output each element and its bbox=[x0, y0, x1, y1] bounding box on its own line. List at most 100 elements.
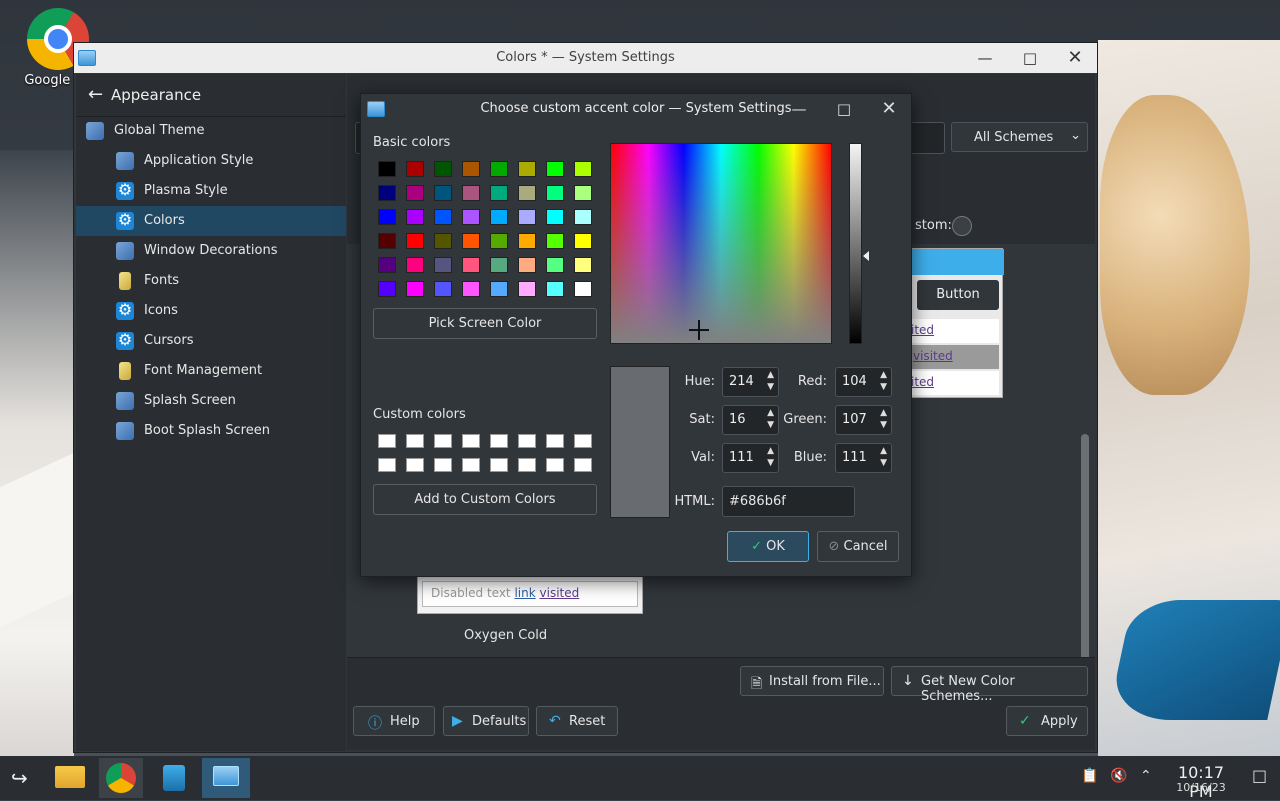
cancel-button[interactable]: ⊘ Cancel bbox=[817, 531, 899, 562]
chevron-down-icon[interactable]: ▼ bbox=[880, 420, 887, 430]
install-from-file-button[interactable]: 🗎 Install from File... bbox=[740, 666, 884, 696]
basic-color-swatch[interactable] bbox=[518, 161, 536, 177]
custom-color-swatch[interactable] bbox=[490, 458, 508, 472]
basic-color-swatch[interactable] bbox=[546, 281, 564, 297]
basic-color-swatch[interactable] bbox=[490, 161, 508, 177]
basic-color-swatch[interactable] bbox=[546, 233, 564, 249]
custom-color-swatch[interactable] bbox=[378, 458, 396, 472]
basic-color-swatch[interactable] bbox=[490, 233, 508, 249]
chevron-up-icon[interactable]: ▲ bbox=[880, 408, 887, 418]
maximize-icon[interactable]: □ bbox=[1020, 48, 1040, 68]
help-button[interactable]: ⓘ Help bbox=[353, 706, 435, 736]
volume-muted-icon[interactable]: 🔇 bbox=[1110, 768, 1127, 784]
basic-color-swatch[interactable] bbox=[378, 257, 396, 273]
sidebar-item-application-style[interactable]: Application Style bbox=[76, 146, 346, 176]
custom-color-swatch[interactable] bbox=[574, 458, 592, 472]
basic-color-swatch[interactable] bbox=[462, 233, 480, 249]
taskbar-chrome[interactable] bbox=[99, 758, 143, 798]
sidebar-item-cursors[interactable]: Cursors bbox=[76, 326, 346, 356]
custom-color-swatch[interactable] bbox=[462, 434, 480, 448]
basic-color-swatch[interactable] bbox=[434, 209, 452, 225]
close-icon[interactable]: ✕ bbox=[1065, 48, 1085, 68]
custom-color-swatch[interactable] bbox=[462, 458, 480, 472]
custom-color-swatch[interactable] bbox=[406, 458, 424, 472]
chevron-up-icon[interactable]: ⌃ bbox=[1140, 768, 1152, 784]
sidebar-item-window-decorations[interactable]: Window Decorations bbox=[76, 236, 346, 266]
basic-color-swatch[interactable] bbox=[462, 257, 480, 273]
basic-color-swatch[interactable] bbox=[462, 209, 480, 225]
basic-color-swatch[interactable] bbox=[518, 233, 536, 249]
get-new-schemes-button[interactable]: ↓ Get New Color Schemes... bbox=[891, 666, 1088, 704]
basic-color-swatch[interactable] bbox=[378, 233, 396, 249]
basic-color-swatch[interactable] bbox=[518, 209, 536, 225]
basic-color-swatch[interactable] bbox=[490, 185, 508, 201]
html-color-input[interactable]: #686b6f bbox=[722, 486, 855, 517]
sidebar-item-plasma-style[interactable]: Plasma Style bbox=[76, 176, 346, 206]
add-custom-color-button[interactable]: Add to Custom Colors bbox=[373, 484, 597, 515]
custom-color-swatch[interactable] bbox=[490, 434, 508, 448]
basic-color-swatch[interactable] bbox=[518, 257, 536, 273]
maximize-icon[interactable]: □ bbox=[834, 99, 854, 119]
custom-color-swatch[interactable] bbox=[378, 434, 396, 448]
basic-color-swatch[interactable] bbox=[462, 281, 480, 297]
chevron-down-icon[interactable]: ▼ bbox=[880, 458, 887, 468]
green-spinbox[interactable]: 107 ▲ ▼ bbox=[835, 405, 892, 435]
chevron-up-icon[interactable]: ▲ bbox=[880, 446, 887, 456]
scheme-preview-card[interactable]: Disabled text link visited bbox=[417, 574, 643, 614]
basic-color-swatch[interactable] bbox=[406, 233, 424, 249]
chevron-up-icon[interactable]: ▲ bbox=[880, 370, 887, 380]
basic-color-swatch[interactable] bbox=[546, 161, 564, 177]
basic-color-swatch[interactable] bbox=[490, 257, 508, 273]
custom-color-swatch[interactable] bbox=[546, 434, 564, 448]
taskbar-system-settings[interactable] bbox=[202, 758, 250, 798]
chevron-down-icon[interactable]: ▼ bbox=[880, 382, 887, 392]
custom-color-swatch[interactable] bbox=[406, 434, 424, 448]
basic-color-swatch[interactable] bbox=[574, 257, 592, 273]
sidebar-item-global-theme[interactable]: Global Theme bbox=[76, 116, 346, 146]
basic-color-swatch[interactable] bbox=[490, 209, 508, 225]
basic-color-swatch[interactable] bbox=[518, 185, 536, 201]
basic-color-swatch[interactable] bbox=[462, 185, 480, 201]
basic-color-swatch[interactable] bbox=[434, 257, 452, 273]
sidebar-item-splash-screen[interactable]: Splash Screen bbox=[76, 386, 346, 416]
minimize-icon[interactable]: — bbox=[789, 99, 809, 119]
custom-color-swatch[interactable] bbox=[546, 458, 564, 472]
basic-color-swatch[interactable] bbox=[434, 233, 452, 249]
minimize-icon[interactable]: — bbox=[975, 48, 995, 68]
basic-color-swatch[interactable] bbox=[518, 281, 536, 297]
window-titlebar[interactable]: Colors * — System Settings — □ ✕ bbox=[74, 43, 1097, 73]
basic-color-swatch[interactable] bbox=[406, 209, 424, 225]
show-desktop-icon[interactable]: □ bbox=[1252, 766, 1267, 785]
value-slider[interactable] bbox=[849, 143, 862, 344]
pick-screen-color-button[interactable]: Pick Screen Color bbox=[373, 308, 597, 339]
basic-color-swatch[interactable] bbox=[378, 185, 396, 201]
red-spinbox[interactable]: 104 ▲ ▼ bbox=[835, 367, 892, 397]
sidebar-item-boot-splash-screen[interactable]: Boot Splash Screen bbox=[76, 416, 346, 446]
sidebar-item-colors[interactable]: Colors bbox=[76, 206, 346, 236]
custom-color-swatch[interactable] bbox=[518, 434, 536, 448]
basic-color-swatch[interactable] bbox=[574, 209, 592, 225]
apply-button[interactable]: ✓ Apply bbox=[1006, 706, 1088, 736]
basic-color-swatch[interactable] bbox=[378, 209, 396, 225]
scheme-filter-select[interactable]: All Schemes ⌄ bbox=[951, 122, 1088, 152]
application-launcher[interactable]: ↪ bbox=[0, 758, 44, 798]
basic-color-swatch[interactable] bbox=[490, 281, 508, 297]
custom-color-swatch[interactable] bbox=[434, 458, 452, 472]
basic-color-swatch[interactable] bbox=[574, 161, 592, 177]
dialog-titlebar[interactable]: Choose custom accent color — System Sett… bbox=[361, 94, 911, 124]
basic-color-swatch[interactable] bbox=[574, 233, 592, 249]
basic-color-swatch[interactable] bbox=[406, 257, 424, 273]
basic-color-swatch[interactable] bbox=[574, 185, 592, 201]
blue-spinbox[interactable]: 111 ▲ ▼ bbox=[835, 443, 892, 473]
ok-button[interactable]: ✓ OK bbox=[727, 531, 809, 562]
reset-button[interactable]: ↶ Reset bbox=[536, 706, 618, 736]
back-arrow-icon[interactable]: ← bbox=[88, 84, 103, 105]
basic-color-swatch[interactable] bbox=[546, 209, 564, 225]
custom-color-swatch[interactable] bbox=[518, 458, 536, 472]
basic-color-swatch[interactable] bbox=[434, 185, 452, 201]
basic-color-swatch[interactable] bbox=[434, 281, 452, 297]
basic-color-swatch[interactable] bbox=[546, 185, 564, 201]
defaults-button[interactable]: ▶ Defaults bbox=[443, 706, 529, 736]
clipboard-icon[interactable]: 📋 bbox=[1081, 768, 1098, 784]
hue-saturation-picker[interactable] bbox=[610, 143, 832, 344]
